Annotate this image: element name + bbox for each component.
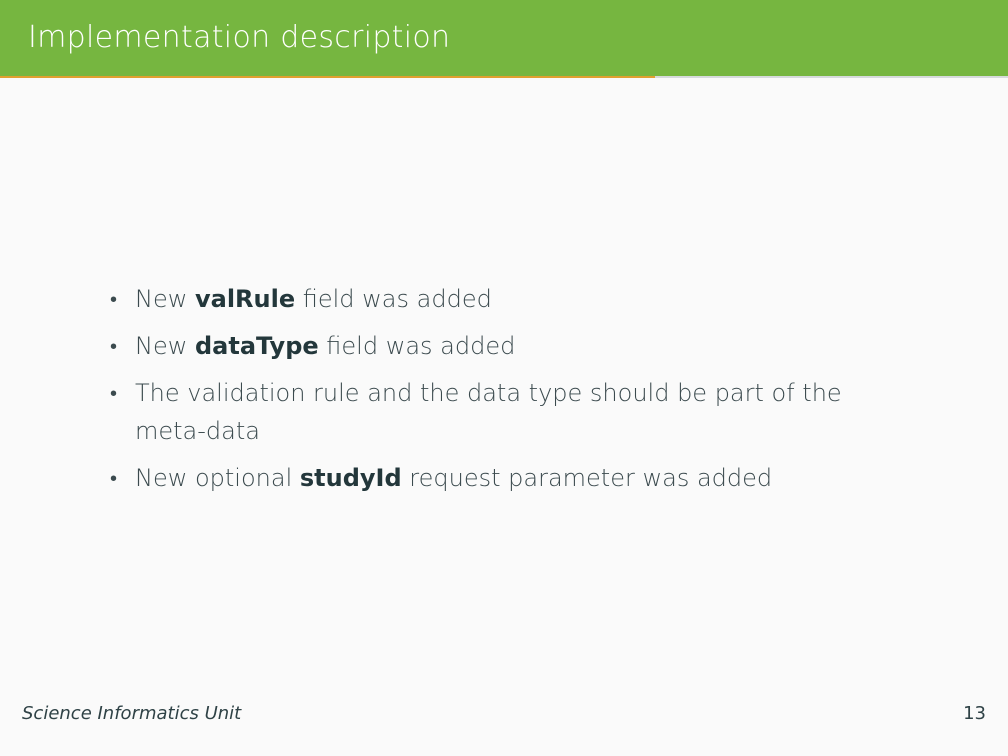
bullet-icon: • [110,381,118,405]
bullet-icon: • [110,334,118,358]
bullet-item: • New valRule field was added [110,280,910,318]
slide-title: Implementation description [28,20,451,55]
page-number: 13 [963,703,986,724]
bullet-text-post: field was added [318,332,516,360]
bullet-text-pre: New [135,285,195,313]
bullet-list: • New valRule field was added • New data… [110,280,910,506]
bullet-text-emphasis: studyId [299,464,402,492]
bullet-text-emphasis: valRule [194,285,296,313]
bullet-text-post: request parameter was added [401,464,773,492]
bullet-text-emphasis: dataType [194,332,319,360]
footer-institution: Science Informatics Unit [22,703,242,724]
bullet-item: • New dataType field was added [110,327,910,365]
bullet-icon: • [110,287,118,311]
bullet-text-pre: New [135,332,195,360]
bullet-text-post: field was added [295,285,492,313]
bullet-item: • The validation rule and the data type … [110,374,910,450]
slide-progress-fill [0,76,656,78]
slide-header: Implementation description [0,0,1008,76]
slide-progress-bar [0,76,1008,78]
bullet-text-pre: New optional [135,464,300,492]
bullet-text-pre: The validation rule and the data type sh… [135,379,842,445]
bullet-item: • New optional studyId request parameter… [110,459,910,497]
bullet-icon: • [110,466,118,490]
